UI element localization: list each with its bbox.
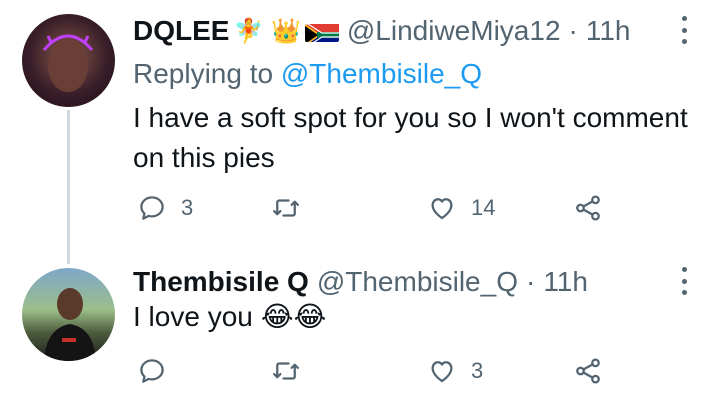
share-button[interactable] bbox=[573, 356, 603, 386]
reply-icon bbox=[140, 359, 164, 383]
like-button[interactable]: 3 bbox=[427, 356, 483, 386]
timestamp[interactable]: 11h bbox=[543, 265, 588, 299]
handle[interactable]: @LindiweMiya12 bbox=[347, 14, 561, 48]
south-africa-flag bbox=[304, 20, 339, 42]
tweet-text: I love you 😂😂 bbox=[133, 297, 326, 337]
timestamp[interactable]: 11h bbox=[586, 14, 631, 48]
thread-line bbox=[67, 110, 70, 264]
retweet-icon bbox=[273, 199, 299, 217]
separator: · bbox=[568, 15, 578, 46]
like-icon bbox=[431, 361, 453, 383]
avatar-thembisile[interactable] bbox=[22, 268, 115, 361]
tweet-header: DQLEE 🧚 👑 @LindiweMiya12 · 11h bbox=[133, 14, 630, 48]
tweet-actions: 3 14 bbox=[133, 193, 613, 229]
tweet-header: Thembisile Q @Thembisile_Q · 11h bbox=[133, 265, 588, 299]
share-button[interactable] bbox=[573, 193, 603, 223]
retweet-button[interactable] bbox=[271, 356, 315, 386]
avatar-image bbox=[44, 288, 96, 361]
like-button[interactable]: 14 bbox=[427, 193, 495, 223]
replying-to-handle[interactable]: @Thembisile_Q bbox=[281, 58, 482, 89]
like-count: 3 bbox=[471, 358, 484, 383]
like-count: 14 bbox=[471, 195, 496, 220]
reply-count: 3 bbox=[181, 195, 194, 220]
reply-icon bbox=[140, 196, 164, 220]
more-icon[interactable] bbox=[682, 267, 688, 295]
share-icon bbox=[576, 358, 600, 384]
retweet-button[interactable] bbox=[271, 193, 315, 223]
avatar-dqlee[interactable] bbox=[22, 14, 115, 107]
more-icon[interactable] bbox=[682, 16, 688, 44]
display-name[interactable]: Thembisile Q bbox=[133, 265, 309, 299]
display-name[interactable]: DQLEE bbox=[133, 14, 229, 48]
laughing-emoji: 😂😂 bbox=[260, 300, 327, 333]
tweet-text: I have a soft spot for you so I won't co… bbox=[133, 102, 688, 173]
like-icon bbox=[431, 198, 453, 220]
retweet-icon bbox=[273, 362, 299, 380]
share-icon bbox=[576, 195, 600, 221]
handle[interactable]: @Thembisile_Q bbox=[317, 265, 518, 299]
tweet-actions: 3 bbox=[133, 356, 613, 392]
separator: · bbox=[525, 266, 536, 297]
name-emojis: 🧚 👑 bbox=[233, 17, 301, 45]
avatar-image bbox=[42, 34, 94, 92]
replying-to: Replying to @Thembisile_Q bbox=[133, 57, 482, 91]
replying-prefix: Replying to bbox=[133, 58, 274, 89]
reply-button[interactable]: 3 bbox=[137, 193, 193, 223]
tweet-text-content: I love you bbox=[133, 301, 253, 332]
reply-button[interactable] bbox=[137, 356, 181, 386]
